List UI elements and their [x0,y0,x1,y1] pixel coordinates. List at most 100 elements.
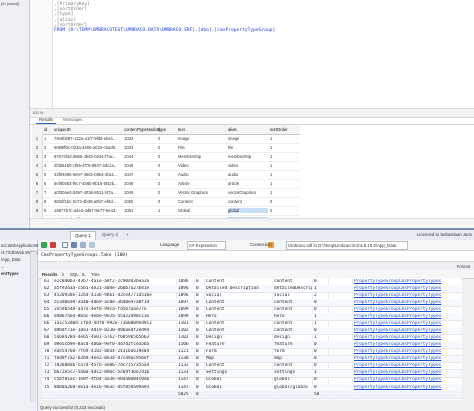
table-cell[interactable]: content [274,279,312,284]
table-cell[interactable]: membership [228,154,251,159]
table-cell[interactable]: 1101 [178,321,194,326]
related-link[interactable]: PropertyTypeGroupCmsPropertyTypes [354,279,462,284]
table-cell[interactable]: 1047 [124,172,133,177]
related-link[interactable]: PropertyTypeGroupCmsPropertyTypes [354,293,462,298]
row-number[interactable]: 8 [32,197,43,206]
row-number[interactable]: 5 [32,170,43,179]
table-cell[interactable]: 8 [44,199,46,204]
table-cell[interactable]: 1099 [178,307,194,312]
table-cell[interactable]: 0 [314,356,326,361]
table-cell[interactable]: 0 [314,385,326,390]
table-cell[interactable]: Feature [206,342,272,347]
table-cell[interactable]: Video [178,163,189,168]
table-cell[interactable]: 2 [314,293,326,298]
table-cell[interactable]: 64 [44,300,52,305]
chart-icon[interactable] [80,242,86,248]
related-link[interactable]: PropertyTypeGroupCmsPropertyTypes [354,385,462,390]
table-cell[interactable]: map [274,356,312,361]
related-link[interactable]: PropertyTypeGroupCmsPropertyTypes [354,342,462,347]
table-cell[interactable]: 0 [158,199,160,204]
table-cell[interactable]: Design [206,335,272,340]
table-cell[interactable]: Detailed Description [206,286,272,291]
table-cell[interactable]: 0 [196,314,204,319]
table-cell[interactable]: 1121 [178,349,194,354]
table-cell[interactable]: c5bf81ac-1e0f-4fb4-aa36-e04a0d84c0a6 [54,377,174,382]
tab-results[interactable]: Results [36,117,57,124]
table-cell[interactable]: Vector Graphics [178,190,208,195]
table-cell[interactable]: design [274,335,312,340]
table-cell[interactable]: 0 [196,335,204,340]
table-cell[interactable]: d9bdf71e-1de3-4d19-8230-d96aedf2ed94 [54,328,174,333]
table-cell[interactable]: global [274,377,312,382]
table-cell[interactable]: Form [206,349,272,354]
table-cell[interactable]: 0 [196,349,204,354]
table-cell[interactable]: Audio [178,172,189,177]
table-cell[interactable]: a0f30ae0-0497-4036-8511-f47a... [54,190,120,195]
table-cell[interactable]: audio [228,172,238,177]
row-number[interactable]: 2 [32,143,43,152]
table-cell[interactable]: 1 [314,321,326,326]
table-cell[interactable]: form [274,349,312,354]
language-select[interactable]: C# Expression [187,241,226,250]
table-cell[interactable]: 1 [270,163,272,168]
table-cell[interactable]: 0 [314,349,326,354]
table-cell[interactable]: Content [206,321,272,326]
table-cell[interactable]: 0 [196,286,204,291]
table-cell[interactable]: Hero [206,314,272,319]
row-number[interactable]: 3 [32,152,43,161]
table-cell[interactable]: 1096 [178,279,194,284]
column-header[interactable]: type [158,127,166,132]
table-cell[interactable]: 1102 [178,335,194,340]
zoom-level[interactable]: 100 % [32,110,43,115]
related-link[interactable]: PropertyTypeGroupCmsPropertyTypes [354,328,462,333]
related-link[interactable]: PropertyTypeGroupCmsPropertyTypes [354,363,462,368]
table-cell[interactable]: 1099 [178,314,194,319]
table-cell[interactable]: 1 [44,136,46,141]
table-cell[interactable]: content [228,199,242,204]
table-cell[interactable]: 1 [158,208,160,213]
table-cell[interactable]: Content [178,199,193,204]
related-link[interactable]: PropertyTypeGroupCmsPropertyTypes [354,321,462,326]
tree-item[interactable]: ... [1,264,4,269]
table-cell[interactable]: 1048 [124,181,133,186]
table-cell[interactable]: 67 [44,328,52,333]
table-cell[interactable]: 1130 [178,356,194,361]
table-cell[interactable]: feature [274,342,312,347]
column-header[interactable]: uniqueID [54,127,71,132]
rich-text-icon[interactable] [71,242,77,248]
tree-item[interactable]: \App_Data [1,257,20,262]
tab-results-mode[interactable]: Results [42,272,58,277]
table-cell[interactable]: 1 [270,136,272,141]
table-cell[interactable]: Settings [206,370,272,375]
table-cell[interactable]: 6ef0b053-f6c7-4b6b-9b1b-5f42b... [54,181,120,186]
column-header[interactable]: text [178,127,185,132]
table-cell[interactable]: 0 [196,293,204,298]
table-cell[interactable]: 1 [314,335,326,340]
table-cell[interactable]: 0 [314,307,326,312]
table-cell[interactable]: 1096 [178,293,194,298]
table-cell[interactable]: 0 [196,300,204,305]
grid-icon[interactable] [62,242,68,248]
row-number[interactable]: 1 [32,134,43,143]
table-cell[interactable]: content [274,300,312,305]
table-cell[interactable]: 1051 [124,208,133,213]
table-cell[interactable]: 1133 [178,370,194,375]
table-cell[interactable]: Content [206,300,272,305]
table-cell[interactable]: 4 [44,163,46,168]
column-header[interactable]: contentTypeNodeId [124,127,160,132]
table-cell[interactable]: article [228,181,239,186]
related-link[interactable]: PropertyTypeGroupCmsPropertyTypes [354,356,462,361]
table-cell[interactable]: 2f4b6160-cf55-4f79-9637-3dc1a... [54,163,120,168]
row-number[interactable]: 6 [32,179,43,188]
tab-il[interactable]: IL [82,272,86,277]
table-cell[interactable]: 1147 [178,385,194,390]
table-cell[interactable]: Map [206,356,272,361]
table-cell[interactable]: detailedDescription [274,286,312,291]
table-cell[interactable]: 72 [44,363,52,368]
table-cell[interactable]: 1 [270,190,272,195]
table-cell[interactable]: 1046 [124,163,133,168]
table-cell[interactable]: 71 [44,356,52,361]
column-header[interactable]: id [44,127,47,132]
tab-messages[interactable]: Messages [60,117,86,123]
tab-tree[interactable]: Tree [91,272,100,277]
